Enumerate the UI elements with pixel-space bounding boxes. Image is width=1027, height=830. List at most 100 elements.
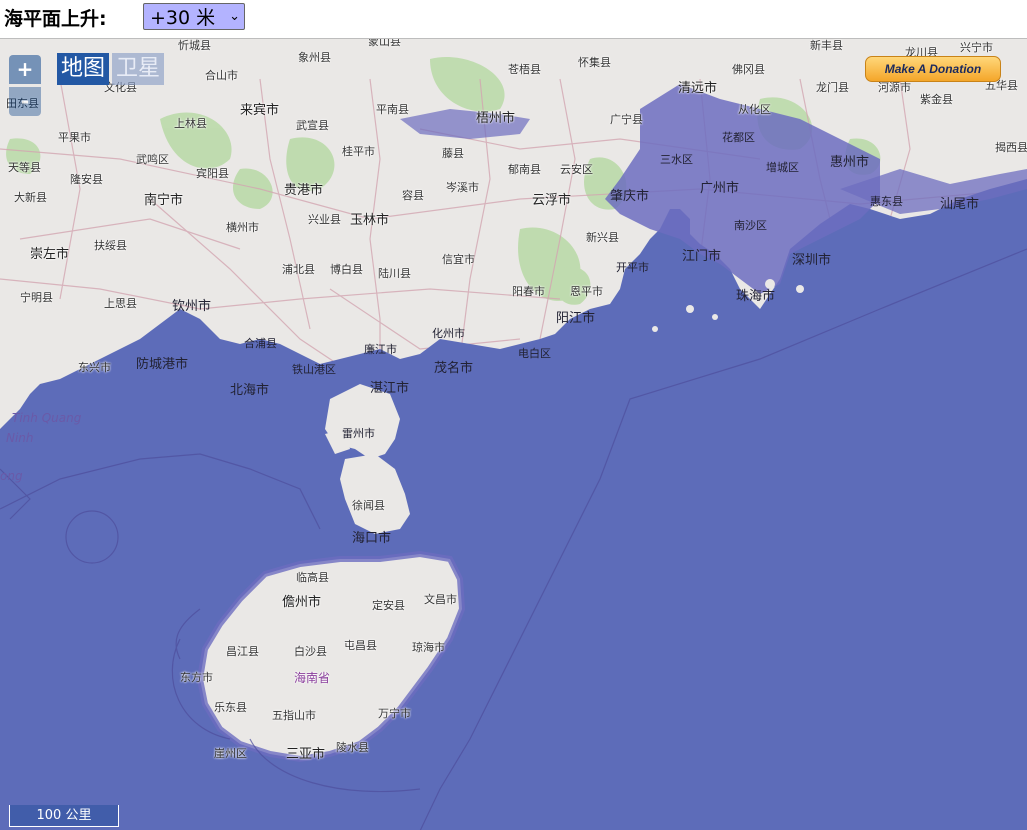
scale-bar: 100 公里 xyxy=(9,805,119,827)
map-label: 清远市 xyxy=(678,81,718,96)
map-label: 万宁市 xyxy=(378,707,411,720)
map-label: 徐闻县 xyxy=(352,499,385,512)
map-label: 茂名市 xyxy=(434,361,474,376)
map-label: 三亚市 xyxy=(286,747,326,762)
map-label: 合山市 xyxy=(205,69,238,82)
map-label: 藤县 xyxy=(442,147,464,160)
map-label: 浦北县 xyxy=(282,263,315,276)
map-label: 东兴市 xyxy=(78,361,111,374)
map-label: 定安县 xyxy=(372,599,405,612)
map-label: 贵港市 xyxy=(284,183,324,198)
map-label: 化州市 xyxy=(432,327,465,340)
map-label: 从化区 xyxy=(738,103,771,116)
sea-level-value: +30 米 xyxy=(150,7,216,29)
map-label: 新丰县 xyxy=(810,39,843,52)
map-label: Ninh xyxy=(6,431,34,445)
map-label: 武宣县 xyxy=(296,119,329,132)
map-label: 新兴县 xyxy=(586,231,619,244)
map-label: 珠海市 xyxy=(736,289,776,304)
map-label: 扶绥县 xyxy=(94,239,127,252)
map-label: 平果市 xyxy=(58,131,91,144)
map-label: 陵水县 xyxy=(336,741,369,754)
map-label: 铁山港区 xyxy=(292,363,336,376)
map-label: 云浮市 xyxy=(532,193,572,208)
map-label: 海南省 xyxy=(294,671,331,685)
map-label: 琼海市 xyxy=(412,641,445,654)
sea-level-label: 海平面上升: xyxy=(4,8,107,30)
map-label: 汕尾市 xyxy=(940,197,980,212)
top-bar: 海平面上升: +30 米 ⌄ xyxy=(0,0,1027,38)
map-label: 广宁县 xyxy=(610,113,643,126)
map-label: 桂平市 xyxy=(342,145,375,158)
map-label: 北海市 xyxy=(230,383,270,398)
map-label: 防城港市 xyxy=(136,357,189,372)
map-label: 上思县 xyxy=(104,297,137,310)
map-label: 兴业县 xyxy=(308,213,341,226)
map-label: 南沙区 xyxy=(734,219,767,232)
map-label: 天等县 xyxy=(8,161,41,174)
map-label: 宾阳县 xyxy=(196,167,229,180)
map-label: 苍梧县 xyxy=(508,63,541,76)
map-label: 开平市 xyxy=(616,261,649,274)
map-label: 惠州市 xyxy=(830,155,870,170)
map-label: 三水区 xyxy=(660,153,693,166)
sea-level-select[interactable]: +30 米 ⌄ xyxy=(143,3,245,30)
map-label: 忻城县 xyxy=(178,39,211,52)
map-label: 乐东县 xyxy=(214,701,247,714)
map-label: 阳江市 xyxy=(556,311,596,326)
map-label: 广州市 xyxy=(700,181,740,196)
map-label: 阳春市 xyxy=(512,285,545,298)
map-label: 南宁市 xyxy=(144,193,184,208)
map-label: 惠东县 xyxy=(870,195,903,208)
map-label: 大新县 xyxy=(14,191,47,204)
map-label: 宁明县 xyxy=(20,291,53,304)
map-label: 陆川县 xyxy=(378,267,411,280)
map-label: 兴宁市 xyxy=(960,41,993,54)
map-label: 合浦县 xyxy=(244,337,277,350)
donate-button[interactable]: Make A Donation xyxy=(865,56,1001,82)
map-label: 岑溪市 xyxy=(446,181,479,194)
map-label: 武鸣区 xyxy=(136,153,169,166)
layer-switcher: 地图 卫星 xyxy=(57,53,165,85)
map-label: 恩平市 xyxy=(570,285,603,298)
map-view[interactable]: 忻城县 象州县 蒙山县 苍梧县 怀集县 清远市 佛冈县 从化区 龙门县 新丰县 … xyxy=(0,38,1027,830)
map-label: 花都区 xyxy=(722,131,755,144)
map-label: 雷州市 xyxy=(342,427,375,440)
chevron-down-icon: ⌄ xyxy=(229,9,240,24)
map-label: 蒙山县 xyxy=(368,38,401,48)
map-label: ong xyxy=(0,469,23,483)
map-label: 文昌市 xyxy=(424,593,457,606)
map-label: 平南县 xyxy=(376,103,409,116)
map-label: 崖州区 xyxy=(214,747,247,760)
map-label: 梧州市 xyxy=(476,111,516,126)
map-label: 临高县 xyxy=(296,571,329,584)
layer-satellite-button[interactable]: 卫星 xyxy=(112,53,165,85)
map-label: 紫金县 xyxy=(920,93,953,106)
map-label: 湛江市 xyxy=(370,381,410,396)
zoom-in-button[interactable]: + xyxy=(9,55,41,84)
map-label: 昌江县 xyxy=(226,645,259,658)
map-label: 龙门县 xyxy=(816,81,849,94)
map-label: 佛冈县 xyxy=(732,63,765,76)
zoom-out-button[interactable]: - xyxy=(9,87,41,116)
map-label: 博白县 xyxy=(330,263,363,276)
map-label: 廉江市 xyxy=(364,343,397,356)
layer-map-button[interactable]: 地图 xyxy=(57,53,110,85)
map-label: Tinh Quang xyxy=(12,411,82,425)
map-label: 增城区 xyxy=(766,161,799,174)
map-label: 东方市 xyxy=(180,671,213,684)
map-label: 深圳市 xyxy=(792,253,832,268)
map-label: 玉林市 xyxy=(350,213,390,228)
map-label: 容县 xyxy=(402,189,424,202)
map-label: 来宾市 xyxy=(240,103,280,118)
map-label: 电白区 xyxy=(518,347,551,360)
map-label: 白沙县 xyxy=(294,645,327,658)
map-label: 郁南县 xyxy=(508,163,541,176)
map-label: 上林县 xyxy=(174,117,207,130)
map-label: 肇庆市 xyxy=(610,189,650,204)
map-label: 隆安县 xyxy=(70,173,103,186)
map-label: 信宜市 xyxy=(442,253,475,266)
map-label: 象州县 xyxy=(298,51,331,64)
map-label: 云安区 xyxy=(560,163,593,176)
map-label: 横州市 xyxy=(226,221,259,234)
